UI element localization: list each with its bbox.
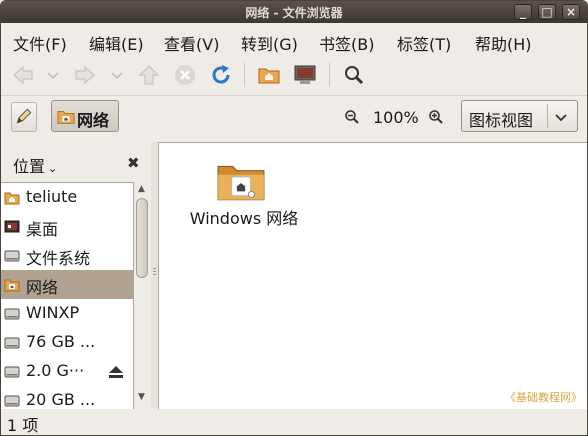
drive-icon	[4, 337, 20, 349]
menu-go[interactable]: 转到(G)	[241, 31, 298, 55]
menu-tabs[interactable]: 标签(T)	[397, 31, 451, 55]
desktop-icon	[4, 220, 20, 233]
close-button[interactable]: ×	[562, 4, 580, 20]
home-folder-icon	[4, 192, 20, 205]
sidebar-item-winxp[interactable]: WINXP	[1, 299, 133, 328]
sidebar-item-desktop[interactable]: 桌面	[1, 212, 133, 241]
computer-icon[interactable]	[293, 63, 317, 87]
network-folder-icon	[57, 111, 75, 124]
sidebar-item-label: 76 GB ...	[26, 332, 96, 351]
drive-icon	[4, 250, 20, 262]
menu-help[interactable]: 帮助(H)	[475, 31, 532, 55]
window-title: 网络 - 文件浏览器	[245, 6, 343, 20]
file-view[interactable]: Windows 网络 《基础教程网》	[158, 142, 587, 409]
title-bar[interactable]: 网络 - 文件浏览器 _ □ ×	[1, 1, 587, 23]
view-mode-label: 图标视图	[469, 111, 534, 130]
breadcrumb-label: 网络	[77, 111, 110, 130]
sidebar-item-label: 桌面	[26, 220, 59, 239]
menu-view[interactable]: 查看(V)	[164, 31, 219, 55]
sidebar-item-filesystem[interactable]: 文件系统	[1, 241, 133, 270]
scroll-down-icon[interactable]: ▼	[138, 392, 145, 402]
toggle-location-button[interactable]	[11, 102, 37, 132]
drive-icon	[4, 308, 20, 320]
location-bar: 网络 100% 图标视图	[1, 96, 587, 142]
pane-resize-handle[interactable]	[151, 142, 158, 408]
sidebar-item-label: 20 GB ...	[26, 390, 96, 409]
drive-icon	[4, 366, 20, 378]
chevron-down-icon[interactable]	[109, 63, 125, 87]
sidebar-item-label: 文件系统	[26, 249, 91, 268]
status-bar: 1 项	[1, 409, 587, 435]
places-dropdown[interactable]: 位置 ⌄	[13, 153, 57, 177]
sidebar-item-2gb[interactable]: 2.0 G···	[1, 357, 133, 386]
sidebar-item-label: 2.0 G···	[26, 361, 85, 380]
file-item-windows-network[interactable]: Windows 网络	[179, 157, 309, 228]
scrollbar-thumb[interactable]	[136, 198, 148, 278]
places-list: teliute 桌面 文件系统 网络 WINXP 76 GB ... 2.0 G…	[1, 182, 134, 409]
zoom-out-icon[interactable]	[344, 109, 360, 129]
sidebar-item-label: teliute	[26, 187, 78, 206]
chevron-down-icon	[553, 109, 569, 129]
side-pane-header: 位置 ⌄ ✖	[1, 142, 151, 182]
up-icon[interactable]	[137, 63, 161, 87]
menu-bookmarks[interactable]: 书签(B)	[319, 31, 374, 55]
sidebar-item-label: WINXP	[26, 303, 80, 322]
reload-icon[interactable]	[209, 63, 233, 87]
file-item-label: Windows 网络	[189, 209, 299, 228]
menu-edit[interactable]: 编辑(E)	[89, 31, 144, 55]
item-count: 1 项	[7, 416, 39, 435]
places-label: 位置	[13, 157, 46, 176]
toolbar	[1, 55, 587, 96]
home-folder-icon[interactable]	[257, 63, 281, 87]
network-folder-icon	[217, 165, 265, 201]
side-pane: 位置 ⌄ ✖ teliute 桌面 文件系统 网络 WINXP 76 GB ..…	[1, 142, 151, 409]
breadcrumb-network[interactable]: 网络	[51, 100, 119, 132]
scroll-up-icon[interactable]: ▲	[138, 184, 145, 194]
sidebar-item-76gb[interactable]: 76 GB ...	[1, 328, 133, 357]
toolbar-separator	[329, 63, 330, 87]
forward-icon[interactable]	[73, 63, 97, 87]
menu-file[interactable]: 文件(F)	[13, 31, 67, 55]
zoom-in-icon[interactable]	[428, 109, 444, 129]
close-sidebar-icon[interactable]: ✖	[127, 154, 140, 172]
sidebar-item-network[interactable]: 网络	[1, 270, 133, 299]
search-icon[interactable]	[342, 63, 366, 87]
drive-icon	[4, 395, 20, 407]
stop-icon[interactable]	[173, 63, 197, 87]
chevron-down-icon[interactable]	[45, 63, 61, 87]
watermark: 《基础教程网》	[505, 391, 582, 404]
chevron-down-icon: ⌄	[48, 162, 58, 175]
sidebar-item-20gb[interactable]: 20 GB ...	[1, 386, 133, 409]
eject-icon[interactable]	[108, 365, 124, 379]
sidebar-scrollbar[interactable]: ▲ ▼	[134, 182, 151, 408]
zoom-level[interactable]: 100%	[373, 108, 419, 127]
sidebar-item-teliute[interactable]: teliute	[1, 183, 133, 212]
menu-bar: 文件(F) 编辑(E) 查看(V) 转到(G) 书签(B) 标签(T) 帮助(H…	[1, 23, 587, 55]
view-mode-select[interactable]: 图标视图	[461, 100, 578, 132]
select-divider	[547, 104, 548, 128]
sidebar-item-label: 网络	[26, 278, 59, 297]
maximize-button[interactable]: □	[538, 4, 556, 20]
network-folder-icon	[4, 279, 20, 292]
pencil-icon	[16, 108, 32, 124]
back-icon[interactable]	[11, 63, 35, 87]
file-browser-window: 网络 - 文件浏览器 _ □ × 文件(F) 编辑(E) 查看(V) 转到(G)…	[0, 0, 588, 436]
toolbar-separator	[244, 63, 245, 87]
minimize-button[interactable]: _	[514, 4, 532, 20]
